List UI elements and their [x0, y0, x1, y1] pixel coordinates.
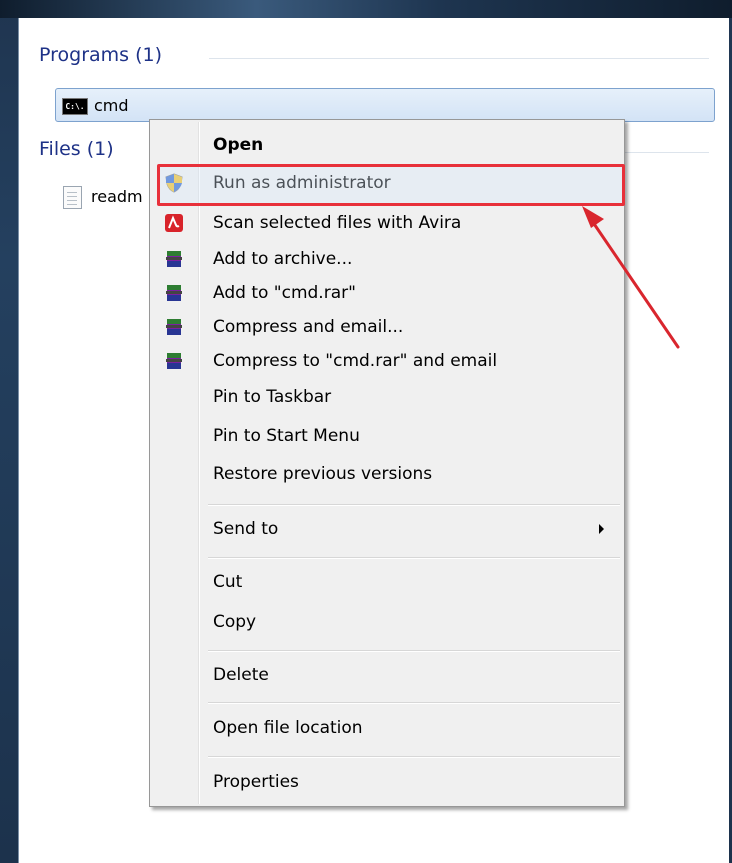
- programs-header: Programs (1): [39, 44, 163, 66]
- run-as-admin-highlight-box: [157, 164, 625, 206]
- menu-item-label: Copy: [213, 612, 257, 632]
- menu-item-label: Compress to "cmd.rar" and email: [213, 351, 498, 371]
- files-header: Files (1): [39, 138, 114, 160]
- winrar-icon: [166, 285, 182, 301]
- menu-item-scan-avira[interactable]: Scan selected files with Avira: [152, 205, 622, 241]
- program-result-label: cmd: [94, 96, 129, 115]
- menu-item-add-to-archive[interactable]: Add to archive...: [152, 241, 622, 277]
- menu-item-label: Send to: [213, 519, 279, 539]
- programs-divider: [209, 58, 709, 59]
- menu-item-label: Add to "cmd.rar": [213, 283, 356, 303]
- menu-item-compress-and-email[interactable]: Compress and email...: [152, 309, 622, 345]
- menu-item-label: Cut: [213, 572, 243, 592]
- menu-item-label: Restore previous versions: [213, 464, 433, 484]
- menu-item-restore-previous-versions[interactable]: Restore previous versions: [152, 456, 622, 492]
- menu-separator: [208, 504, 620, 506]
- program-result-cmd[interactable]: C:\. cmd: [55, 88, 715, 122]
- menu-item-label: Add to archive...: [213, 249, 353, 269]
- winrar-icon: [166, 319, 182, 335]
- menu-item-send-to[interactable]: Send to: [152, 511, 622, 547]
- menu-separator: [208, 702, 620, 704]
- menu-item-label: Pin to Start Menu: [213, 426, 360, 446]
- menu-item-label: Scan selected files with Avira: [213, 213, 462, 233]
- menu-item-delete[interactable]: Delete: [152, 657, 622, 693]
- annotation-arrow-icon: [582, 206, 680, 349]
- menu-item-open[interactable]: Open: [152, 127, 622, 163]
- menu-item-copy[interactable]: Copy: [152, 604, 622, 640]
- menu-item-properties[interactable]: Properties: [152, 764, 622, 800]
- menu-separator: [208, 650, 620, 652]
- file-result-label: readm: [91, 187, 143, 206]
- menu-item-label: Delete: [213, 665, 269, 685]
- window-frame-top: [0, 0, 732, 18]
- menu-item-add-to-cmd-rar[interactable]: Add to "cmd.rar": [152, 275, 622, 311]
- menu-separator: [208, 557, 620, 559]
- menu-item-label: Pin to Taskbar: [213, 387, 332, 407]
- menu-item-pin-to-taskbar[interactable]: Pin to Taskbar: [152, 379, 622, 415]
- menu-item-pin-to-start-menu[interactable]: Pin to Start Menu: [152, 418, 622, 454]
- menu-item-label: Properties: [213, 772, 299, 792]
- menu-item-open-file-location[interactable]: Open file location: [152, 710, 622, 746]
- text-file-icon: [63, 186, 82, 209]
- avira-icon: [165, 214, 183, 232]
- winrar-icon: [166, 251, 182, 267]
- menu-item-cut[interactable]: Cut: [152, 564, 622, 600]
- submenu-arrow-icon: [599, 524, 604, 534]
- command-prompt-icon: C:\.: [62, 98, 88, 115]
- menu-item-label: Open file location: [213, 718, 363, 738]
- winrar-icon: [166, 353, 182, 369]
- menu-item-label: Compress and email...: [213, 317, 404, 337]
- context-menu: Open Run as administrator Scan selected …: [149, 119, 625, 807]
- menu-separator: [208, 756, 620, 758]
- menu-item-label: Open: [213, 135, 264, 155]
- menu-item-compress-to-cmd-rar-and-email[interactable]: Compress to "cmd.rar" and email: [152, 343, 622, 379]
